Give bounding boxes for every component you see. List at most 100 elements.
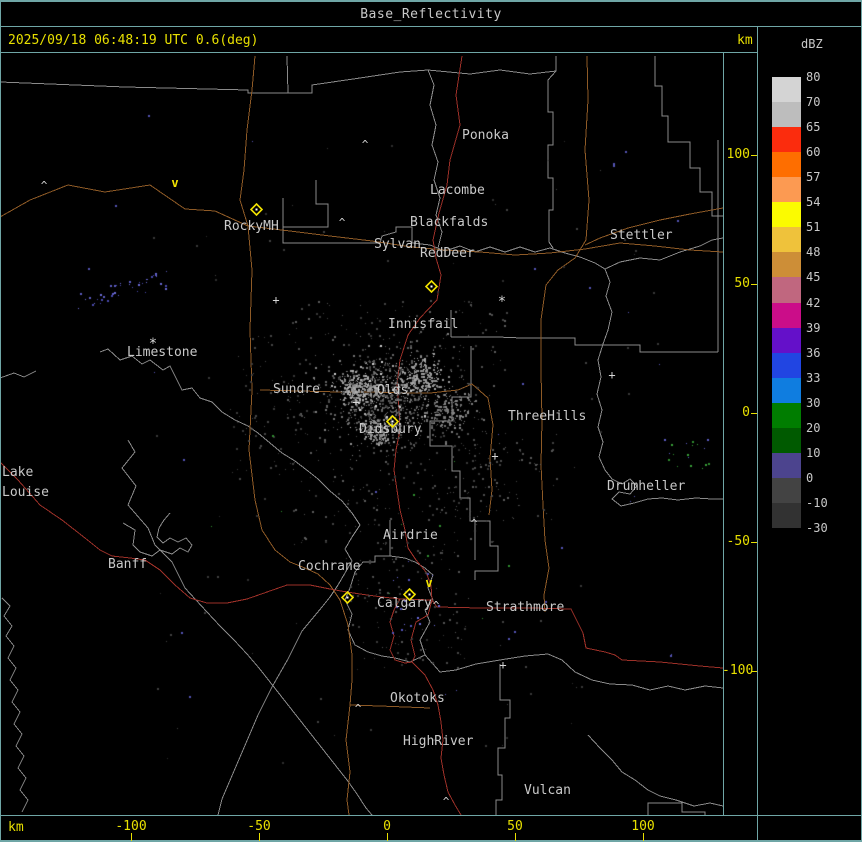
colorbar-swatch	[772, 327, 801, 353]
colorbar-level-label: 60	[806, 145, 821, 160]
colorbar-swatch	[772, 277, 801, 303]
colorbar-level-label: -30	[806, 521, 828, 536]
colorbar-divider	[757, 26, 758, 842]
x-tick-mark	[515, 833, 516, 841]
colorbar-swatch	[772, 477, 801, 503]
city-label-vulcan: Vulcan	[524, 783, 571, 798]
colorbar-swatch	[772, 102, 801, 128]
city-label-limestone: Limestone	[127, 345, 198, 360]
city-label-okotoks: Okotoks	[390, 691, 445, 706]
y-tick-label: -50	[726, 534, 750, 549]
colorbar-swatch	[772, 352, 801, 378]
city-label-ponoka: Ponoka	[462, 128, 509, 143]
scan-timestamp: 2025/09/18 06:48:19 UTC 0.6(deg)	[8, 33, 259, 48]
y-tick-label: 100	[726, 147, 750, 162]
x-tick-label: 0	[383, 819, 391, 834]
titlebar-divider	[0, 26, 862, 27]
colorbar-level-label: 45	[806, 270, 821, 285]
caret-marker-icon: ^	[361, 138, 369, 151]
city-label-threehills: ThreeHills	[508, 409, 587, 424]
x-tick-label: 50	[507, 819, 523, 834]
city-label-olds: Olds	[377, 383, 409, 398]
plus-marker-icon: +	[352, 395, 360, 409]
colorbar-swatch	[772, 227, 801, 253]
colorbar-level-label: 10	[806, 445, 821, 460]
y-tick-mark	[751, 413, 757, 414]
colorbar-swatch	[772, 202, 801, 228]
city-label-sundre: Sundre	[273, 382, 320, 397]
colorbar-swatch	[772, 152, 801, 178]
caret-marker-icon: ^	[432, 599, 440, 612]
window-title: Base_Reflectivity	[360, 6, 502, 22]
colorbar-level-label: 80	[806, 70, 821, 84]
colorbar-level-label: 51	[806, 220, 821, 235]
plus-marker-icon: +	[272, 293, 280, 307]
city-label-sylvan: Sylvan	[374, 237, 421, 252]
city-label-airdrie: Airdrie	[383, 528, 438, 543]
city-label-drumheller: Drumheller	[607, 479, 686, 494]
colorbar-swatch	[772, 177, 801, 203]
colorbar-level-label: 54	[806, 195, 821, 210]
colorbar-level-label: 42	[806, 295, 821, 310]
colorbar-swatch	[772, 402, 801, 428]
caret-marker-icon: ^	[40, 179, 48, 192]
colorbar-level-label: 48	[806, 245, 821, 260]
city-label-strathmore: Strathmore	[486, 600, 565, 615]
star-marker-icon: *	[148, 336, 158, 352]
radar-app-window: Base_Reflectivity 2025/09/18 06:48:19 UT…	[0, 0, 862, 842]
radar-map-viewport[interactable]: Ponoka Lacombe Blackfalds Sylvan RedDeer Stet…	[1, 53, 723, 815]
plus-marker-icon: +	[608, 368, 616, 382]
y-tick-mark	[751, 671, 757, 672]
caret-marker-icon: ^	[354, 702, 362, 715]
colorbar-swatch	[772, 127, 801, 153]
colorbar-swatch	[772, 503, 801, 529]
caret-marker-icon: ^	[442, 795, 450, 808]
colorbar-swatch	[772, 302, 801, 328]
colorbar-level-label: 65	[806, 120, 821, 135]
map-bottom-border	[0, 815, 862, 816]
checkmark-marker-icon: v	[425, 576, 433, 590]
city-label-stettler: Stettler	[610, 228, 673, 243]
colorbar-level-label: 20	[806, 420, 821, 435]
colorbar-level-label: 39	[806, 320, 821, 335]
city-label-rockymh: RockyMH	[224, 219, 279, 234]
city-label-louise: Louise	[2, 485, 49, 500]
colorbar-swatch	[772, 252, 801, 278]
x-tick-mark	[387, 833, 388, 841]
caret-marker-icon: ^	[470, 517, 478, 530]
city-label-cochrane: Cochrane	[298, 559, 361, 574]
axis-unit-top-right: km	[737, 33, 753, 48]
colorbar-level-label: 0	[806, 470, 814, 485]
plus-marker-icon: +	[491, 449, 499, 463]
y-tick-label: -100	[722, 663, 754, 678]
caret-marker-icon: ^	[338, 216, 346, 229]
colorbar-swatch	[772, 427, 801, 453]
colorbar-swatch	[772, 377, 801, 403]
x-tick-label: 100	[631, 819, 655, 834]
plus-marker-icon: +	[499, 658, 507, 672]
colorbar-swatch	[772, 77, 801, 103]
y-tick-label: 50	[734, 276, 750, 291]
colorbar-title: dBZ	[801, 37, 823, 51]
y-tick-mark	[751, 284, 757, 285]
map-layers: Ponoka Lacombe Blackfalds Sylvan RedDeer Stet…	[1, 53, 723, 815]
city-label-innisfail: Innisfail	[388, 317, 459, 332]
colorbar-swatch	[772, 452, 801, 478]
colorbar-level-label: 30	[806, 395, 821, 410]
city-label-lake: Lake	[2, 465, 34, 480]
x-tick-mark	[131, 833, 132, 841]
city-label-blackfalds: Blackfalds	[410, 215, 489, 230]
y-tick-mark	[751, 542, 757, 543]
y-tick-label: 0	[742, 405, 750, 420]
x-tick-mark	[643, 833, 644, 841]
x-tick-label: -100	[115, 819, 147, 834]
city-label-lacombe: Lacombe	[430, 183, 485, 198]
city-label-highriver: HighRiver	[403, 734, 474, 749]
colorbar-level-label: -10	[806, 496, 828, 511]
city-label-reddeer: RedDeer	[420, 246, 475, 261]
map-right-border	[723, 52, 724, 816]
x-tick-label: -50	[247, 819, 271, 834]
colorbar-level-label: 33	[806, 370, 821, 385]
x-tick-mark	[259, 833, 260, 841]
axis-unit-bottom-left: km	[8, 820, 24, 835]
